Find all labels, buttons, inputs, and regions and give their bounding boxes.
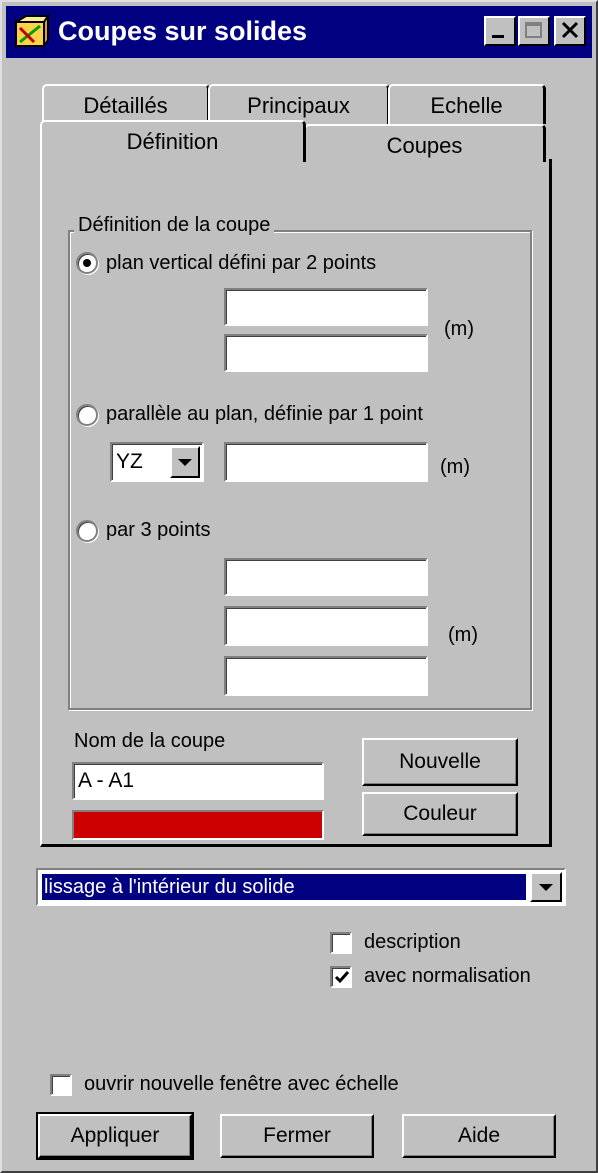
radio-parallel-plane[interactable]: [76, 404, 98, 426]
parallel-point-input[interactable]: [224, 442, 428, 482]
description-label: description: [364, 931, 461, 953]
help-button[interactable]: Aide: [402, 1114, 556, 1158]
new-window-label: ouvrir nouvelle fenêtre avec échelle: [84, 1073, 399, 1095]
tab-label: Détaillés: [83, 93, 168, 118]
color-button[interactable]: Couleur: [362, 792, 518, 836]
checkmark-icon: [334, 971, 350, 984]
section-name-label: Nom de la coupe: [74, 730, 226, 752]
normalisation-label: avec normalisation: [364, 965, 531, 987]
tab-principaux[interactable]: Principaux: [208, 84, 390, 124]
tab-label: Définition: [126, 129, 219, 154]
tab-label: Principaux: [247, 93, 350, 118]
apply-button[interactable]: Appliquer: [36, 1112, 194, 1160]
tab-echelle[interactable]: Echelle: [388, 84, 546, 124]
minimize-icon: [492, 35, 504, 38]
smoothing-select[interactable]: lissage à l'intérieur du solide: [36, 868, 566, 906]
title-bar[interactable]: Coupes sur solides: [6, 6, 592, 58]
radio-three-points[interactable]: [76, 520, 98, 542]
close-window-button[interactable]: [554, 16, 586, 46]
vertical-point1-input[interactable]: [224, 288, 428, 326]
description-checkbox[interactable]: [330, 932, 352, 954]
unit-label: (m): [440, 456, 470, 478]
vertical-point2-input[interactable]: [224, 334, 428, 372]
plane-select-value: YZ: [116, 450, 143, 473]
normalisation-checkbox[interactable]: [330, 966, 352, 988]
tab-label: Coupes: [386, 133, 463, 158]
tab-coupes[interactable]: Coupes: [304, 124, 546, 162]
radio-vertical-label: plan vertical défini par 2 points: [106, 252, 377, 274]
section-color-swatch: [72, 810, 324, 840]
radio-three-points-label: par 3 points: [106, 519, 211, 541]
unit-label: (m): [444, 318, 474, 340]
new-section-button[interactable]: Nouvelle: [362, 738, 518, 786]
three-point3-input[interactable]: [224, 656, 428, 696]
three-point1-input[interactable]: [224, 558, 428, 596]
unit-label: (m): [448, 624, 478, 646]
plane-select[interactable]: YZ: [110, 442, 204, 482]
maximize-icon: [525, 22, 542, 38]
new-window-checkbox[interactable]: [50, 1074, 72, 1096]
smoothing-dropdown-button[interactable]: [530, 872, 562, 902]
tab-detailles[interactable]: Détaillés: [42, 84, 210, 124]
maximize-button[interactable]: [518, 16, 550, 46]
tab-definition[interactable]: Définition: [40, 120, 306, 162]
minimize-button[interactable]: [484, 16, 516, 46]
plane-select-dropdown-button[interactable]: [170, 446, 200, 478]
app-icon: [12, 12, 50, 50]
radio-parallel-label: parallèle au plan, définie par 1 point: [106, 403, 423, 425]
radio-vertical-plane[interactable]: [76, 252, 98, 274]
close-icon: [561, 21, 579, 39]
window-title: Coupes sur solides: [58, 16, 308, 46]
dialog-window: Coupes sur solides Détaillés Principaux …: [0, 0, 598, 1173]
group-title: Définition de la coupe: [74, 214, 275, 237]
section-name-input[interactable]: [72, 762, 324, 800]
smoothing-select-value: lissage à l'intérieur du solide: [41, 873, 527, 901]
tab-label: Echelle: [430, 93, 503, 118]
close-button[interactable]: Fermer: [220, 1114, 374, 1158]
three-point2-input[interactable]: [224, 606, 428, 646]
